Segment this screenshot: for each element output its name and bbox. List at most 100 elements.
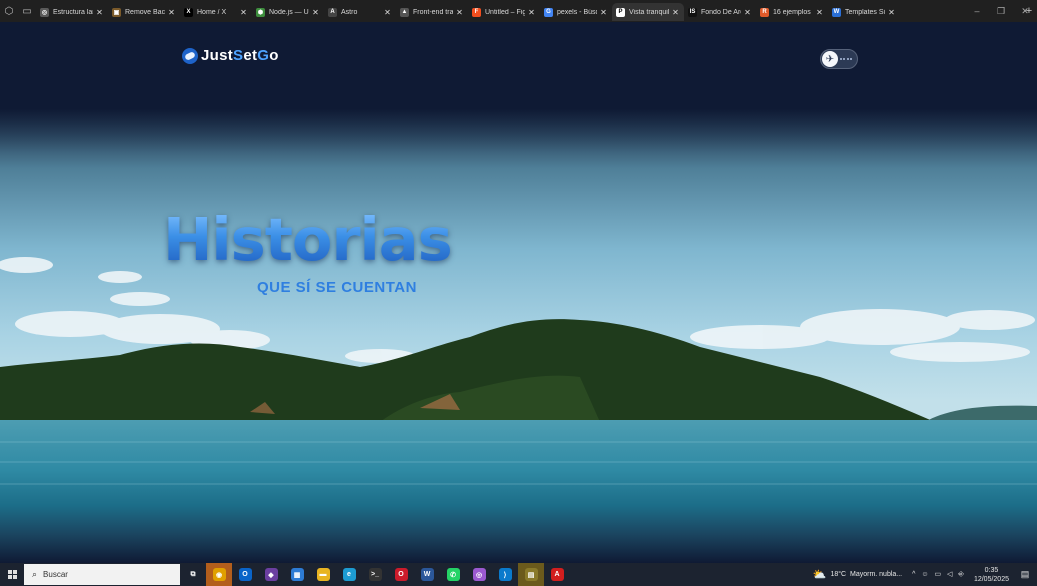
tab-title: Home / X — [197, 8, 227, 16]
taskbar-app[interactable]: ▬ — [310, 563, 336, 586]
site-logo[interactable]: JustSetGo — [182, 47, 279, 64]
tab-favicon-icon: X — [184, 7, 193, 17]
close-tab-icon[interactable]: ✕ — [455, 8, 464, 17]
globe-plane-icon — [182, 47, 198, 64]
browser-tab[interactable]: W Templates Sit ✕ — [828, 3, 900, 21]
logo-text: JustSetGo — [201, 47, 279, 64]
taskbar-app[interactable]: ✆ — [440, 563, 466, 586]
chrome-icon: ◎ — [472, 568, 486, 581]
close-tab-icon[interactable]: ✕ — [239, 8, 248, 17]
weather-temp: 18°C — [830, 571, 847, 578]
browser-tab[interactable]: F Untitled – Fig ✕ — [468, 3, 540, 21]
close-window-button[interactable]: ✕ — [1013, 0, 1037, 22]
tab-favicon-icon: ⬢ — [256, 7, 265, 17]
close-tab-icon[interactable]: ✕ — [167, 8, 176, 17]
notification-center-icon[interactable]: ▤ — [1017, 569, 1033, 580]
start-button[interactable] — [0, 563, 24, 586]
windows-logo-icon — [7, 570, 17, 579]
browser-tab[interactable]: P Vista tranquil ✕ — [612, 3, 684, 21]
taskbar-app[interactable]: ⟩ — [492, 563, 518, 586]
tray-icons[interactable]: ^ ☺ ▭ ◁ ⎆ — [912, 570, 966, 579]
taskbar-app[interactable]: O — [232, 563, 258, 586]
restore-button[interactable]: ❐ — [989, 0, 1013, 22]
theme-toggle[interactable]: ✈ — [820, 49, 858, 69]
tab-title: Astro — [341, 8, 358, 16]
hero-subtitle: QUE SÍ SE CUENTAN — [257, 279, 417, 296]
hero-background-image — [0, 22, 1037, 563]
taskbar-app[interactable]: >_ — [362, 563, 388, 586]
outlook-icon: O — [238, 568, 252, 581]
taskbar-search-box[interactable]: ⌕ Buscar — [24, 564, 180, 585]
browser-tab[interactable]: Gpexels - Búsq ✕ — [540, 3, 612, 21]
taskbar-app[interactable]: e — [336, 563, 362, 586]
taskbar-app[interactable]: ◆ — [258, 563, 284, 586]
taskbar-app[interactable]: W — [414, 563, 440, 586]
browser-tab-strip: ⬡ ▭ ◎ Estructura lan ✕ ▣ Remove Back ✕ X Home /… — [0, 0, 1037, 22]
vscode-icon: ⟩ — [498, 568, 512, 581]
tab-favicon-icon: W — [832, 7, 841, 17]
task-view-icon: ⧉ — [186, 568, 200, 581]
clapper-icon: ▤ — [524, 568, 538, 581]
browser-tab[interactable]: ▣ Remove Back ✕ — [108, 3, 180, 21]
close-tab-icon[interactable]: ✕ — [311, 8, 320, 17]
taskbar-app[interactable]: ▤ — [518, 563, 544, 586]
minimize-button[interactable]: – — [965, 0, 989, 22]
tab-actions-icon[interactable]: ▭ — [18, 0, 36, 22]
tab-favicon-icon: P — [616, 7, 625, 17]
tab-title: pexels - Búsq — [557, 8, 597, 16]
opera-icon: O — [394, 568, 408, 581]
acrobat-icon: A — [550, 568, 564, 581]
browser-tab[interactable]: R 16 ejemplos d ✕ — [756, 3, 828, 21]
word-icon: W — [420, 568, 434, 581]
clock-time: 0:35 — [984, 566, 999, 574]
pinned-apps: ⧉ ◉ O ◆ ▦ ▬ e >_ O W ✆ ◎ ⟩ ▤ A — [180, 563, 570, 586]
whatsapp-icon: ✆ — [446, 568, 460, 581]
browser-tab[interactable]: ▲ Front-end tra ✕ — [396, 3, 468, 21]
tab-title: Fondo De Arc — [701, 8, 741, 16]
system-tray: ⛅ 18°C Mayorm. nubla... ^ ☺ ▭ ◁ ⎆ 0:35 1… — [813, 563, 1037, 586]
taskbar-app[interactable]: O — [388, 563, 414, 586]
browser-tab[interactable]: IS Fondo De Arc ✕ — [684, 3, 756, 21]
weather-desc: Mayorm. nubla... — [850, 571, 903, 578]
search-placeholder: Buscar — [43, 570, 68, 579]
tab-title: Remove Back — [125, 8, 165, 16]
tab-favicon-icon: IS — [688, 7, 697, 17]
window-controls: – ❐ ✕ — [965, 0, 1037, 22]
taskbar-app[interactable]: ◎ — [466, 563, 492, 586]
tab-favicon-icon: ▲ — [400, 7, 409, 17]
close-tab-icon[interactable]: ✕ — [887, 8, 896, 17]
tab-favicon-icon: G — [544, 7, 553, 17]
clock[interactable]: 0:35 12/05/2025 — [974, 566, 1009, 584]
close-tab-icon[interactable]: ✕ — [815, 8, 824, 17]
tab-title: Templates Sit — [845, 8, 885, 16]
tab-favicon-icon: R — [760, 7, 769, 17]
tab-title: Estructura lan — [53, 8, 93, 16]
weather-widget[interactable]: ⛅ 18°C Mayorm. nubla... — [813, 568, 902, 581]
close-tab-icon[interactable]: ✕ — [383, 8, 392, 17]
close-tab-icon[interactable]: ✕ — [599, 8, 608, 17]
taskbar-app[interactable]: A — [544, 563, 570, 586]
tab-title: Vista tranquil — [629, 8, 669, 16]
browser-tab[interactable]: ◎ Estructura lan ✕ — [36, 3, 108, 21]
tab-favicon-icon: A — [328, 7, 337, 17]
workspaces-icon[interactable]: ⬡ — [0, 0, 18, 22]
tab-favicon-icon: ◎ — [40, 7, 49, 17]
visual-studio-icon: ◆ — [264, 568, 278, 581]
close-tab-icon[interactable]: ✕ — [671, 8, 680, 17]
tab-favicon-icon: F — [472, 7, 481, 17]
taskbar-app[interactable]: ⧉ — [180, 563, 206, 586]
tab-title: Untitled – Fig — [485, 8, 525, 16]
browser-tab[interactable]: A Astro ✕ — [324, 3, 396, 21]
file-explorer-icon: ▬ — [316, 568, 330, 581]
close-tab-icon[interactable]: ✕ — [527, 8, 536, 17]
web-page: JustSetGo ✈ Historias QUE SÍ SE CUENTAN — [0, 22, 1037, 563]
close-tab-icon[interactable]: ✕ — [95, 8, 104, 17]
browser-tab[interactable]: X Home / X ✕ — [180, 3, 252, 21]
browser-tab[interactable]: ⬢ Node.js — Ur ✕ — [252, 3, 324, 21]
taskbar-app[interactable]: ▦ — [284, 563, 310, 586]
tab-favicon-icon: ▣ — [112, 7, 121, 17]
taskbar-app[interactable]: ◉ — [206, 563, 232, 586]
terminal-icon: >_ — [368, 568, 382, 581]
search-icon: ⌕ — [32, 569, 38, 579]
close-tab-icon[interactable]: ✕ — [743, 8, 752, 17]
